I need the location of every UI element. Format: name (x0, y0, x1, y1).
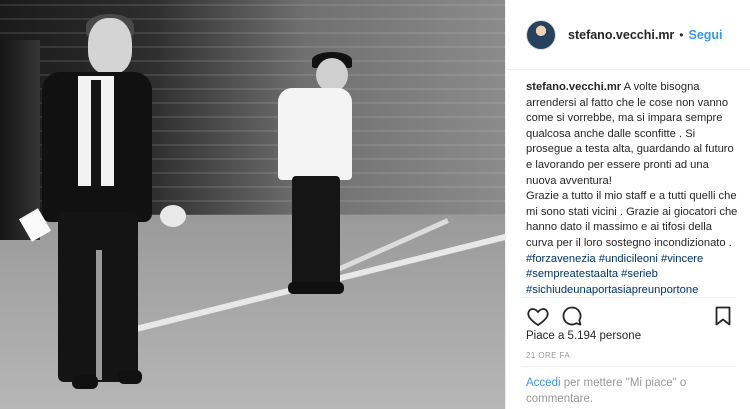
hashtag[interactable]: #sempreatestaalta (526, 268, 618, 280)
follow-button[interactable]: Segui (689, 28, 723, 42)
bookmark-icon[interactable] (711, 304, 735, 328)
username[interactable]: stefano.vecchi.mr (568, 28, 674, 42)
post-panel: stefano.vecchi.mr • Segui stefano.vecchi… (505, 0, 750, 409)
background-person-body (278, 88, 352, 180)
post-header: stefano.vecchi.mr • Segui (506, 0, 750, 70)
coach-head (88, 18, 132, 74)
login-link[interactable]: Accedi (526, 377, 561, 389)
comment-icon[interactable] (560, 304, 584, 328)
coach-tie (91, 80, 101, 190)
hashtag[interactable]: #serieb (621, 268, 658, 280)
likes-count[interactable]: Piace a 5.194 persone (526, 330, 641, 342)
heart-icon[interactable] (526, 304, 550, 328)
caption-paragraph: stefano.vecchi.mr A volte bisogna arrend… (526, 80, 738, 189)
avatar[interactable] (526, 19, 556, 50)
coach-leg-gap (96, 250, 102, 380)
coach-shoe (118, 370, 142, 384)
caption-text: A volte bisogna arrendersi al fatto che … (526, 81, 734, 187)
hashtag[interactable]: #forzavenezia (526, 253, 596, 265)
coach-shoe (72, 375, 98, 389)
post-time[interactable]: 21 ORE FA (526, 351, 570, 360)
hashtag[interactable]: #undicileoni (599, 253, 658, 265)
separator: • (679, 27, 684, 42)
caption-author[interactable]: stefano.vecchi.mr (526, 81, 621, 93)
background-person-head (316, 58, 348, 92)
login-prompt: Accedi per mettere "Mi piace" o commenta… (521, 366, 736, 407)
caption: stefano.vecchi.mr A volte bisogna arrend… (526, 80, 738, 298)
ball (160, 205, 186, 227)
background-person-legs (292, 176, 340, 288)
hashtag[interactable]: #sichiudeunaportasiapreunportone (526, 284, 698, 296)
post-photo (0, 0, 505, 409)
action-bar (521, 297, 736, 327)
background-person-shoes (288, 282, 344, 294)
hashtag[interactable]: #vincere (661, 253, 703, 265)
caption-thanks: Grazie a tutto il mio staff e a tutti qu… (526, 190, 738, 249)
hashtag-list: #forzavenezia #undicileoni #vincere #sem… (526, 252, 738, 299)
